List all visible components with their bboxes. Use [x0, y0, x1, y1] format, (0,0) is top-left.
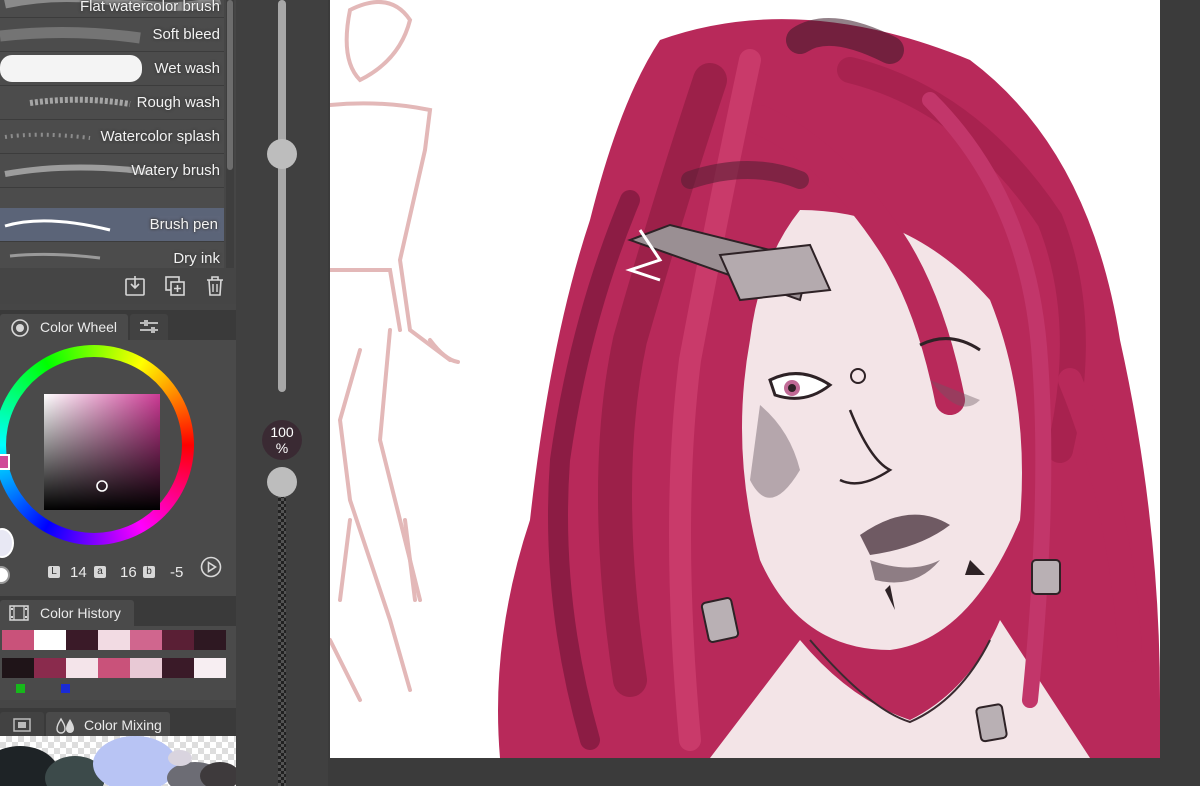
history-swatch[interactable]	[98, 630, 130, 650]
tab-label: Color Mixing	[84, 717, 162, 733]
tab-color-mixing[interactable]: Color Mixing	[46, 712, 170, 738]
history-swatch[interactable]	[194, 630, 226, 650]
brush-label: Flat watercolor brush	[79, 0, 220, 15]
brush-item-wet-wash[interactable]: Wet wash	[0, 52, 224, 86]
history-swatch[interactable]	[130, 658, 162, 678]
history-swatch[interactable]	[66, 630, 98, 650]
brush-list: Flat watercolor brush Soft bleed Wet was…	[0, 0, 224, 268]
import-icon[interactable]	[123, 274, 147, 298]
brush-item-watercolor-splash[interactable]: Watercolor splash	[0, 120, 224, 154]
brush-item-soft-bleed[interactable]: Soft bleed	[0, 18, 224, 52]
scrollbar-thumb[interactable]	[227, 0, 233, 170]
history-marker-blue	[61, 684, 70, 693]
brush-slider-column: 100 %	[236, 0, 328, 786]
brush-item-watery-brush[interactable]: Watery brush	[0, 154, 224, 188]
brush-item-rough-wash[interactable]: Rough wash	[0, 86, 224, 120]
play-icon[interactable]	[200, 556, 222, 578]
brush-label: Watery brush	[131, 162, 220, 179]
sliders-icon	[140, 320, 158, 333]
tab-label: Color Wheel	[40, 319, 118, 335]
tab-label: Color History	[40, 605, 121, 621]
brush-item-dry-ink[interactable]: Dry ink	[0, 242, 224, 268]
brush-label: Soft bleed	[152, 26, 220, 43]
drawing-canvas[interactable]	[330, 0, 1160, 758]
mixing-paint-blobs	[0, 736, 236, 786]
brush-label: Watercolor splash	[100, 128, 221, 145]
brush-item-brush-pen[interactable]: Brush pen	[0, 208, 224, 242]
a-value: 16	[120, 564, 137, 581]
color-wheel-tab-icon	[11, 319, 29, 337]
color-wheel-tabbar: Color Wheel	[0, 310, 236, 340]
layer-icon	[13, 718, 31, 732]
tab-color-slider[interactable]	[130, 314, 168, 340]
trash-icon[interactable]	[203, 274, 227, 298]
tab-layer-color[interactable]	[0, 712, 44, 738]
color-mixing-tabbar: Color Mixing	[0, 708, 236, 738]
hue-marker[interactable]	[0, 454, 10, 470]
brush-label: Rough wash	[136, 94, 220, 111]
droplets-icon	[56, 717, 74, 734]
l-value: 14	[70, 564, 87, 581]
canvas-area	[328, 0, 1200, 786]
color-history-tabbar: Color History	[0, 596, 236, 626]
history-swatch[interactable]	[34, 630, 66, 650]
history-swatch[interactable]	[34, 658, 66, 678]
brush-label: Dry ink	[173, 250, 220, 267]
opacity-unit: %	[275, 440, 289, 456]
left-panel: Flat watercolor brush Soft bleed Wet was…	[0, 0, 236, 786]
color-picker-cursor[interactable]	[95, 479, 109, 493]
color-history-grid	[0, 626, 236, 700]
history-swatch[interactable]	[162, 658, 194, 678]
opacity-indicator: 100 %	[262, 420, 302, 460]
history-swatch[interactable]	[66, 658, 98, 678]
history-swatch[interactable]	[2, 630, 34, 650]
opacity-value: 100	[270, 424, 294, 440]
b-value: -5	[170, 564, 184, 581]
brush-item-flat-watercolor[interactable]: Flat watercolor brush	[0, 0, 224, 18]
opacity-slider-knob[interactable]	[267, 467, 297, 497]
a-badge: a	[94, 566, 106, 578]
brush-list-scrollbar[interactable]	[226, 0, 234, 268]
tab-color-wheel[interactable]: Color Wheel	[0, 314, 128, 340]
b-badge: b	[143, 566, 155, 578]
brush-actions-bar	[0, 268, 236, 304]
film-icon	[9, 605, 29, 621]
brush-label: Wet wash	[154, 60, 220, 77]
history-swatch[interactable]	[194, 658, 226, 678]
pencil-sketch-lines	[330, 0, 460, 702]
brush-label: Brush pen	[147, 216, 220, 233]
history-swatch[interactable]	[130, 630, 162, 650]
duplicate-icon[interactable]	[163, 274, 187, 298]
history-swatch[interactable]	[2, 658, 34, 678]
opacity-slider-track[interactable]	[278, 480, 286, 786]
brush-size-slider-knob[interactable]	[267, 139, 297, 169]
brush-size-slider-track[interactable]	[278, 0, 286, 392]
tab-color-history[interactable]: Color History	[0, 600, 134, 626]
history-swatch[interactable]	[98, 658, 130, 678]
history-marker-green	[16, 684, 25, 693]
history-swatch[interactable]	[162, 630, 194, 650]
artwork	[330, 0, 1160, 758]
color-mixing-canvas[interactable]	[0, 736, 236, 786]
l-badge: L	[48, 566, 60, 578]
